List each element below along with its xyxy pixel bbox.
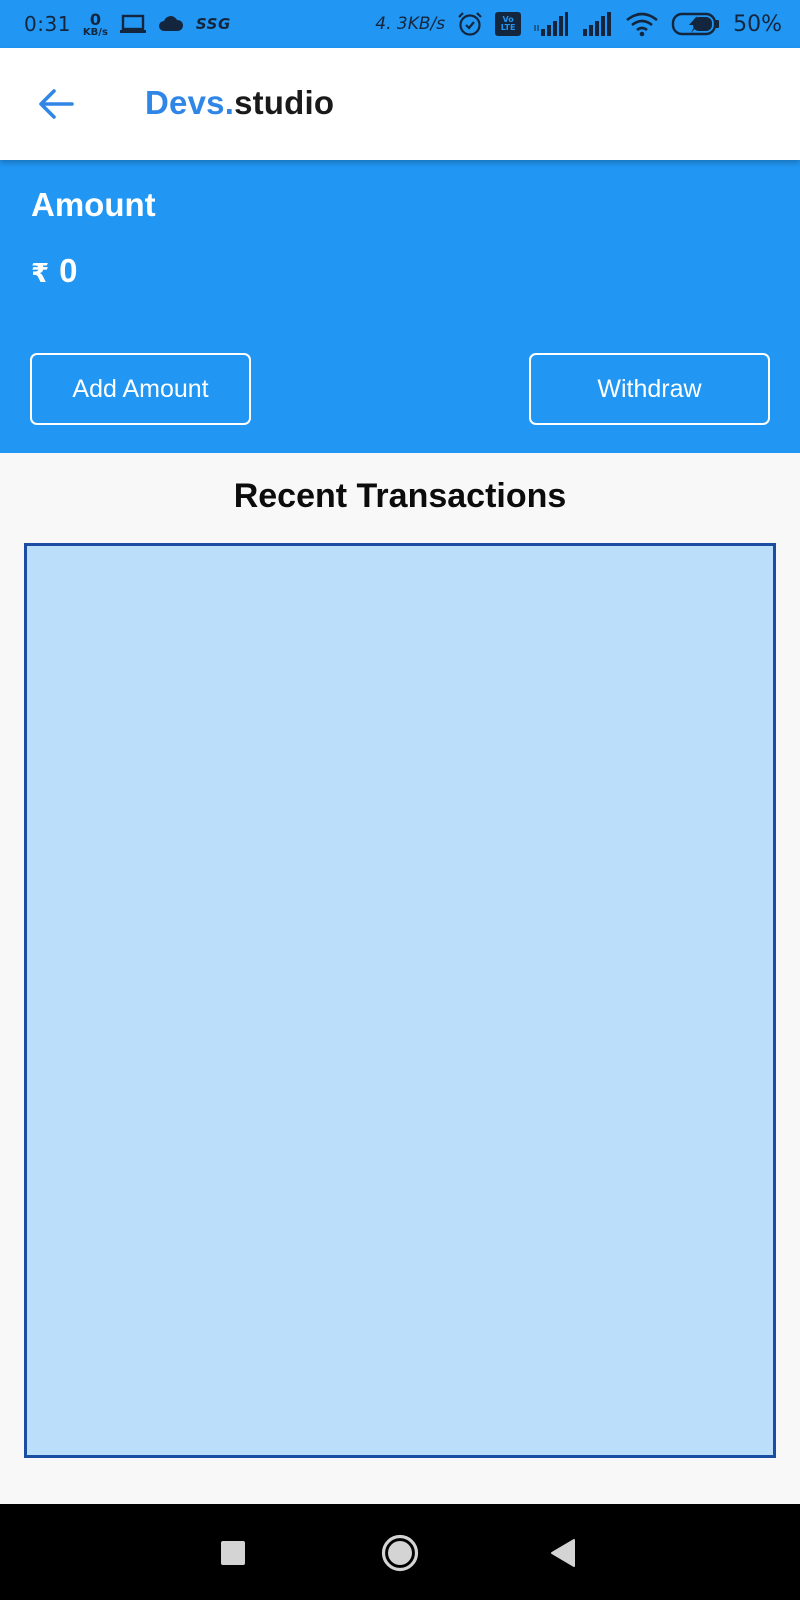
app-title: Devs.studio (145, 84, 334, 122)
amount-label: Amount (31, 186, 156, 223)
net-speed-value: 0 (89, 10, 101, 29)
volte-bottom-text: LTE (500, 23, 516, 32)
app-title-suffix: studio (234, 84, 335, 121)
laptop-icon (119, 14, 146, 34)
alarm-icon (457, 11, 483, 37)
amount-value: 0 (59, 252, 78, 289)
status-time: 0:31 (24, 12, 71, 36)
status-bar-left: 0:31 0 KB/s SSG (24, 10, 231, 38)
net-speed: 0 KB/s (83, 12, 108, 38)
currency-symbol: ₹ (31, 258, 50, 288)
recents-button[interactable] (210, 1530, 256, 1576)
home-button[interactable] (375, 1528, 425, 1578)
status-bar: 0:31 0 KB/s SSG 4. 3KB/s Vo LTE 50% (0, 0, 800, 48)
arrow-left-icon (39, 89, 74, 119)
transactions-list[interactable] (24, 543, 776, 1458)
net-speed-unit: KB/s (82, 27, 108, 38)
add-amount-button[interactable]: Add Amount (30, 353, 251, 425)
battery-charging-icon (671, 11, 721, 37)
navigation-bar (0, 1504, 800, 1600)
battery-percent: 50% (733, 11, 782, 37)
signal-icon (581, 11, 613, 37)
back-triangle-icon (551, 1539, 575, 1567)
wallet-screen: 0:31 0 KB/s SSG 4. 3KB/s Vo LTE 50% Devs… (0, 0, 800, 1600)
amount-display: ₹ 0 (31, 252, 77, 290)
withdraw-button[interactable]: Withdraw (529, 353, 770, 425)
signal-4g-icon (533, 11, 569, 37)
back-button[interactable] (26, 74, 86, 134)
wifi-icon (625, 11, 659, 37)
recents-square-icon (221, 1541, 245, 1565)
app-bar: Devs.studio (0, 48, 800, 160)
volte-icon: Vo LTE (495, 12, 522, 36)
wallet-header: Amount ₹ 0 Add Amount Withdraw (0, 160, 800, 453)
cloud-icon (158, 16, 184, 32)
data-rate: 4. 3KB/s (375, 14, 446, 34)
carrier-tag: SSG (195, 15, 231, 33)
recent-transactions-title: Recent Transactions (233, 477, 567, 515)
status-bar-right: 4. 3KB/s Vo LTE 50% (375, 11, 782, 37)
app-title-brand: Devs. (145, 84, 235, 121)
system-back-button[interactable] (540, 1530, 586, 1576)
home-circle-icon (381, 1534, 419, 1572)
